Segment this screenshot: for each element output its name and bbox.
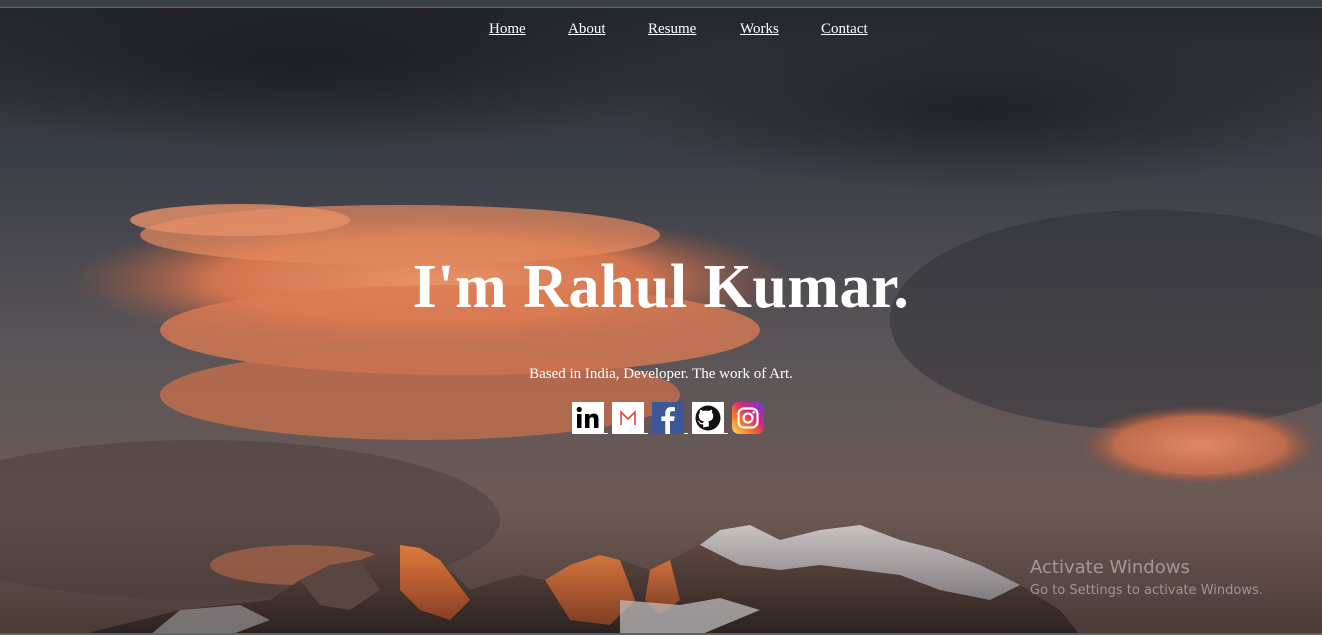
windows-activation-watermark: Activate Windows Go to Settings to activ…	[1030, 557, 1263, 600]
facebook-link[interactable]	[652, 400, 688, 434]
nav-link-about[interactable]: About	[568, 21, 606, 38]
gmail-icon	[612, 402, 644, 434]
hero-title: I'm Rahul Kumar.	[412, 253, 910, 321]
instagram-link[interactable]	[732, 400, 764, 434]
nav-link-home[interactable]: Home	[489, 21, 526, 38]
landing-page: Home About Resume Works Contact I'm Rahu…	[0, 0, 1322, 635]
hero-subtitle: Based in India, Developer. The work of A…	[529, 366, 793, 382]
activation-title: Activate Windows	[1030, 557, 1190, 578]
linkedin-icon	[572, 402, 604, 434]
nav-link-resume[interactable]: Resume	[648, 21, 696, 38]
window-top-edge	[0, 0, 1322, 8]
gmail-link[interactable]	[612, 400, 648, 434]
linkedin-link[interactable]	[572, 400, 608, 434]
instagram-icon	[732, 402, 764, 434]
nav-link-works[interactable]: Works	[740, 21, 779, 38]
github-link[interactable]	[692, 400, 728, 434]
facebook-icon	[652, 402, 684, 434]
activation-subtitle: Go to Settings to activate Windows.	[1030, 583, 1263, 598]
github-icon	[692, 402, 724, 434]
social-links	[572, 400, 768, 434]
nav-link-contact[interactable]: Contact	[821, 21, 868, 38]
